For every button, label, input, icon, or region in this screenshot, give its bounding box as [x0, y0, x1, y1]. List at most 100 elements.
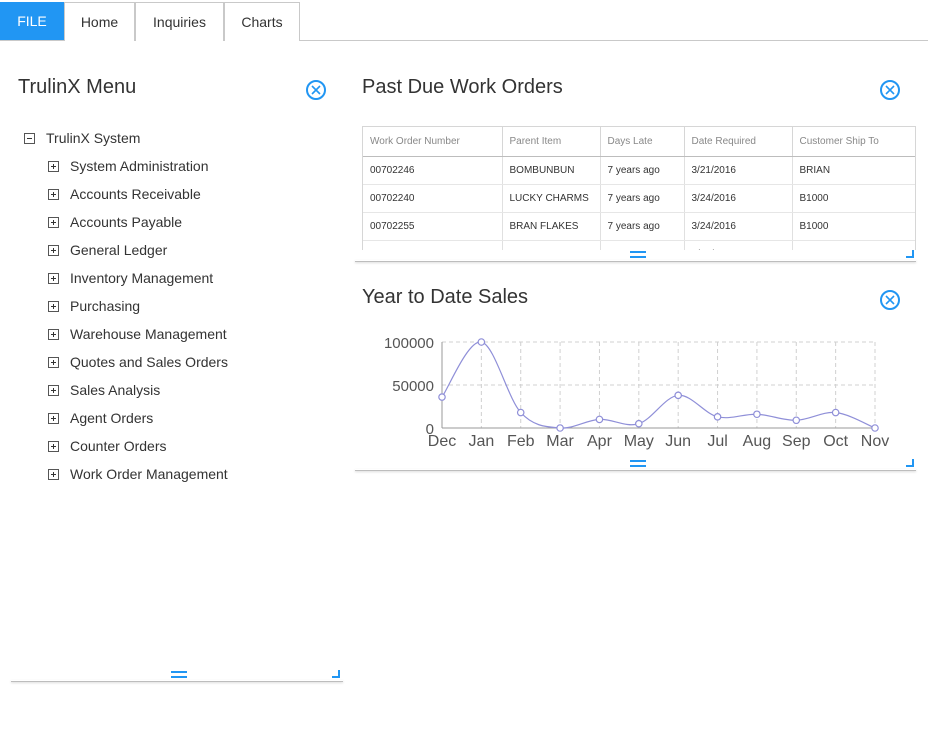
y-tick-label: 100000	[384, 335, 434, 352]
tab-home[interactable]: Home	[64, 2, 135, 41]
tree-item-label: General Ledger	[70, 242, 168, 258]
work-orders-panel-resize-handle[interactable]	[906, 250, 914, 258]
expand-icon[interactable]	[48, 272, 59, 284]
sales-panel-resize-handle[interactable]	[906, 459, 914, 467]
expand-icon[interactable]	[48, 412, 59, 424]
column-header-customer-ship-to[interactable]: Customer Ship To	[792, 127, 915, 157]
tree-item-label: Quotes and Sales Orders	[70, 354, 228, 370]
expand-icon[interactable]	[48, 328, 59, 340]
work-orders-panel-close-button[interactable]	[880, 80, 900, 100]
tree-item-label: Work Order Management	[70, 466, 228, 482]
column-header-parent-item[interactable]: Parent Item	[502, 127, 601, 157]
table-cell: B1000	[792, 212, 915, 241]
table-row[interactable]: 00702256BRAN FLAKES7 years ago3/24/2016B…	[363, 240, 915, 250]
table-cell: BRAN FLAKES	[502, 240, 601, 250]
table-cell: 3/24/2016	[684, 240, 793, 250]
close-icon	[885, 85, 895, 95]
ytd-sales-chart: 0 50000 100000 Dec Jan Feb Mar Apr May Jun Jul Aug S…	[362, 330, 912, 460]
expand-icon[interactable]	[48, 216, 59, 228]
sales-data-point	[477, 338, 486, 346]
expand-icon[interactable]	[48, 160, 59, 172]
tree-item[interactable]: Work Order Management	[48, 466, 228, 482]
expand-icon[interactable]	[48, 356, 59, 368]
table-row[interactable]: 00702246 BOMBUNBUN 7 years ago 3/21/2016 BRI…	[363, 156, 915, 185]
work-orders-panel-title: Past Due Work Orders	[362, 76, 563, 98]
top-tab-bar: FILE Home Inquiries Charts	[0, 0, 928, 41]
x-tick-label: Jun	[665, 433, 691, 450]
table-cell: B1000	[792, 184, 915, 213]
tree-item[interactable]: Agent Orders	[48, 410, 153, 426]
tree-item-label: Counter Orders	[70, 438, 167, 454]
expand-icon[interactable]	[48, 468, 59, 480]
sales-data-point	[635, 419, 643, 428]
x-tick-label: Nov	[861, 433, 889, 450]
sales-data-point	[713, 413, 722, 421]
tree-root-label: TrulinX System	[46, 130, 141, 146]
expand-icon[interactable]	[48, 384, 59, 396]
tree-item-label: Sales Analysis	[70, 382, 161, 398]
tree-item-label: Inventory Management	[70, 270, 214, 286]
expand-icon[interactable]	[48, 188, 59, 200]
table-cell: BRAN FLAKES	[502, 212, 601, 241]
tab-file[interactable]: FILE	[0, 2, 64, 40]
table-cell: 00702240	[363, 184, 503, 213]
tree-item[interactable]: Purchasing	[48, 298, 140, 314]
table-cell: 7 years ago	[600, 184, 685, 213]
x-tick-label: Jan	[468, 433, 494, 450]
collapse-icon[interactable]	[24, 132, 35, 144]
column-header-work-order-number[interactable]: Work Order Number	[363, 127, 503, 157]
sales-data-point	[516, 408, 525, 417]
tree-item[interactable]: Accounts Receivable	[48, 186, 201, 202]
tree-item-label: Warehouse Management	[70, 326, 227, 342]
sales-data-point	[871, 424, 879, 432]
table-cell: 00702246	[363, 156, 503, 185]
x-tick-label: Aug	[743, 433, 771, 450]
expand-icon[interactable]	[48, 300, 59, 312]
table-row[interactable]: 00702255 BRAN FLAKES 7 years ago 3/24/2016 B…	[363, 212, 915, 241]
tab-inquiries[interactable]: Inquiries	[135, 2, 224, 41]
table-row[interactable]: 00702240 LUCKY CHARMS 7 years ago 3/24/2016…	[363, 184, 915, 213]
tree-item-label: System Administration	[70, 158, 209, 174]
tree-item[interactable]: Sales Analysis	[48, 382, 160, 398]
table-cell: 7 years ago	[600, 240, 685, 250]
tree-item[interactable]: Quotes and Sales Orders	[48, 354, 228, 370]
sales-panel-close-button[interactable]	[880, 290, 900, 310]
work-orders-panel-drag-handle[interactable]	[630, 251, 646, 258]
sales-data-point	[753, 410, 761, 419]
table-cell: 3/24/2016	[684, 212, 793, 241]
sales-data-point	[674, 391, 682, 400]
tree-item[interactable]: Accounts Payable	[48, 214, 182, 230]
column-header-days-late[interactable]: Days Late	[600, 127, 685, 157]
expand-icon[interactable]	[48, 440, 59, 452]
x-tick-label: Oct	[823, 433, 848, 450]
tree-item[interactable]: Warehouse Management	[48, 326, 227, 342]
column-header-date-required[interactable]: Date Required	[684, 127, 793, 157]
table-header-row: Work Order Number Parent Item Days Late …	[363, 127, 915, 157]
ytd-sales-chart-svg: 050000100000Dec Jan Feb Mar Apr May Jun Jul Aug S…	[384, 335, 889, 450]
tree-item-label: Accounts Payable	[70, 214, 183, 230]
expand-icon[interactable]	[48, 244, 59, 256]
tab-charts-label: Charts	[241, 14, 283, 30]
menu-panel-drag-handle[interactable]	[171, 671, 187, 678]
work-orders-panel-bottom-edge	[355, 260, 916, 262]
menu-panel-close-button[interactable]	[306, 80, 326, 100]
work-orders-table: Work Order Number Parent Item Days Late …	[362, 126, 916, 250]
tree-item[interactable]: General Ledger	[48, 242, 167, 258]
tree-item[interactable]: Inventory Management	[48, 270, 213, 286]
tab-inquiries-label: Inquiries	[153, 14, 206, 30]
table-cell: BOMBUNBUN	[502, 156, 601, 185]
tab-charts[interactable]: Charts	[224, 2, 300, 41]
table-cell: 3/24/2016	[684, 184, 793, 213]
tree-item[interactable]: Counter Orders	[48, 438, 166, 454]
menu-panel-resize-handle[interactable]	[332, 670, 340, 678]
table-cell: 3/21/2016	[684, 156, 793, 185]
table-cell: 00702256	[363, 240, 503, 250]
x-tick-label: Dec	[428, 433, 456, 450]
sales-data-point	[438, 393, 446, 401]
sales-data-point	[792, 416, 801, 425]
tree-item[interactable]: System Administration	[48, 158, 209, 174]
tree-root-trulinx-system[interactable]: TrulinX System	[24, 130, 140, 146]
tree-item-label: Accounts Receivable	[70, 186, 201, 202]
sales-data-point	[595, 415, 604, 424]
sales-panel-drag-handle[interactable]	[630, 460, 646, 467]
